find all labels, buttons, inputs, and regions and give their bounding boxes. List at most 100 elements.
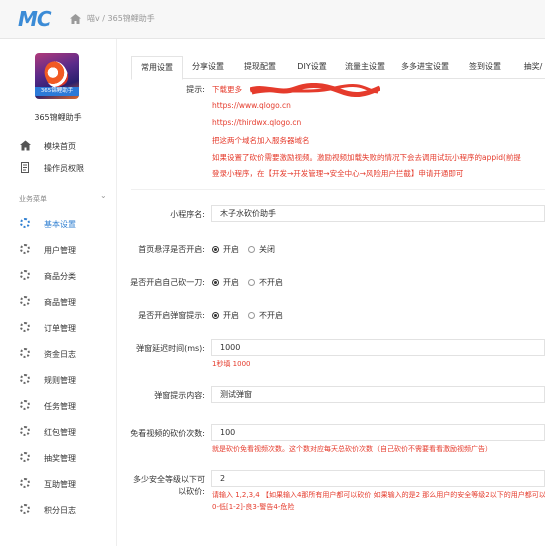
breadcrumb[interactable]: 喵v / 365锦鲤助手 xyxy=(87,13,155,24)
self-cut-label: 是否开启自己砍一刀: xyxy=(130,278,205,287)
sidebar-item-order-management[interactable]: 订单管理 xyxy=(0,317,116,339)
radio-dot-icon xyxy=(248,279,255,286)
gear-icon xyxy=(20,374,30,384)
home-float-radio-on[interactable]: 开启 xyxy=(212,244,239,255)
tab-common-settings[interactable]: 常用设置 xyxy=(131,56,183,80)
radio-dot-icon xyxy=(212,312,219,319)
popup-tip-radio-on[interactable]: 开启 xyxy=(212,310,239,321)
popup-delay-label: 弹窗延迟时间(ms): xyxy=(136,344,205,353)
home-icon[interactable] xyxy=(70,14,81,24)
sidebar-item-user-management[interactable]: 用户管理 xyxy=(0,239,116,261)
gear-icon xyxy=(20,452,30,462)
security-level-label-2: 以砍价: xyxy=(178,487,205,496)
settings-tabs: 常用设置 分享设置 提现配置 DIY设置 流量主设置 多多进宝设置 签到设置 抽… xyxy=(131,56,545,80)
security-level-input[interactable]: 2 xyxy=(211,470,545,487)
free-video-label: 免看视频的砍价次数: xyxy=(130,429,205,438)
free-video-input[interactable]: 100 xyxy=(211,424,545,441)
sidebar-item-operator-permission[interactable]: 操作员权限 xyxy=(0,157,116,179)
sidebar-item-task-management[interactable]: 任务管理 xyxy=(0,395,116,417)
home-float-label: 首页悬浮是否开启: xyxy=(138,245,205,254)
tab-duoduo-settings[interactable]: 多多进宝设置 xyxy=(393,56,457,78)
tab-signin-settings[interactable]: 签到设置 xyxy=(459,56,511,78)
radio-dot-icon xyxy=(212,246,219,253)
tips-line: https://www.qlogo.cn xyxy=(212,101,291,110)
sidebar-item-module-home[interactable]: 模块首页 xyxy=(0,135,116,157)
free-video-hint: 就是砍价免看视频次数。这个数对应每天总砍价次数（自己砍价不需要看看激励视频广告） xyxy=(212,445,492,453)
popup-delay-input[interactable]: 1000 xyxy=(211,339,545,356)
tips-line: 下载更多 xyxy=(212,85,242,94)
self-cut-radio-on[interactable]: 开启 xyxy=(212,277,239,288)
tab-diy-settings[interactable]: DIY设置 xyxy=(287,56,337,78)
security-level-hint: 请输入 1,2,3,4 【如果输入4那所有用户都可以砍价 如果输入的是2 那么用… xyxy=(212,491,545,499)
radio-dot-icon xyxy=(248,246,255,253)
tab-traffic-settings[interactable]: 流量主设置 xyxy=(337,56,393,78)
sidebar-item-label: 抽奖管理 xyxy=(44,454,76,463)
tab-share-settings[interactable]: 分享设置 xyxy=(183,56,233,78)
sidebar: 365锦鲤助手 365锦鲤助手 模块首页 操作员权限 业务菜单 ⌄ 基本设置 用… xyxy=(0,39,117,546)
security-level-hint-2: 0-低[1-2]-良3-警告4-危险 xyxy=(212,503,295,511)
sidebar-item-redpacket-management[interactable]: 红包管理 xyxy=(0,421,116,443)
popup-delay-hint: 1秒填 1000 xyxy=(212,360,251,368)
app-logo-image: 365锦鲤助手 xyxy=(35,53,79,99)
sidebar-item-label: 订单管理 xyxy=(44,324,76,333)
divider xyxy=(131,189,545,190)
sidebar-item-points-log[interactable]: 积分日志 xyxy=(0,499,116,521)
self-cut-radio-off[interactable]: 不开启 xyxy=(248,277,283,288)
tab-lottery-settings[interactable]: 抽奖/ xyxy=(513,56,545,78)
popup-tip-label: 是否开启弹窗提示: xyxy=(138,311,205,320)
redaction-scribble xyxy=(250,83,380,97)
popup-tip-radio-off[interactable]: 不开启 xyxy=(248,310,283,321)
sidebar-item-lottery-management[interactable]: 抽奖管理 xyxy=(0,447,116,469)
sidebar-item-label: 规则管理 xyxy=(44,376,76,385)
sidebar-item-label: 商品管理 xyxy=(44,298,76,307)
sidebar-item-label: 红包管理 xyxy=(44,428,76,437)
tab-withdraw-config[interactable]: 提现配置 xyxy=(235,56,285,78)
home-icon xyxy=(20,140,31,151)
gear-icon xyxy=(20,504,30,514)
sidebar-item-label: 用户管理 xyxy=(44,246,76,255)
koi-fish-icon xyxy=(40,57,72,91)
mini-name-label: 小程序名: xyxy=(170,210,205,219)
gear-icon xyxy=(20,296,30,306)
app-logo-banner: 365锦鲤助手 xyxy=(35,87,79,96)
gear-icon xyxy=(20,270,30,280)
sidebar-item-rule-management[interactable]: 规则管理 xyxy=(0,369,116,391)
document-icon xyxy=(21,162,29,173)
sidebar-item-label: 基本设置 xyxy=(44,220,76,229)
tips-line: 如果设置了砍价需要激励视频。激励视频加载失败的情况下会去调用试玩小程序的appi… xyxy=(212,153,521,162)
sidebar-item-product-category[interactable]: 商品分类 xyxy=(0,265,116,287)
sidebar-item-label: 资金日志 xyxy=(44,350,76,359)
sidebar-item-basic-settings[interactable]: 基本设置 xyxy=(0,213,116,235)
tips-line: 把这两个域名加入服务器域名 xyxy=(212,136,310,145)
popup-text-label: 弹窗提示内容: xyxy=(154,391,205,400)
sidebar-item-label: 操作员权限 xyxy=(44,164,84,173)
sidebar-item-label: 任务管理 xyxy=(44,402,76,411)
gear-icon xyxy=(20,348,30,358)
sidebar-item-label: 积分日志 xyxy=(44,506,76,515)
sidebar-item-product-management[interactable]: 商品管理 xyxy=(0,291,116,313)
gear-icon xyxy=(20,244,30,254)
gear-icon xyxy=(20,426,30,436)
tips-line: 登录小程序，在【开发→开发管理→安全中心→风险用户拦截】申请开通即可 xyxy=(212,169,464,178)
sidebar-item-label: 商品分类 xyxy=(44,272,76,281)
app-name: 365锦鲤助手 xyxy=(34,113,82,122)
mini-name-input[interactable]: 木子水砍价助手 xyxy=(211,205,545,222)
sidebar-item-mutual-help-management[interactable]: 互助管理 xyxy=(0,473,116,495)
gear-icon xyxy=(20,322,30,332)
app-logo-text[interactable]: MC xyxy=(18,7,52,31)
home-float-radio-off[interactable]: 关闭 xyxy=(248,244,275,255)
sidebar-item-fund-log[interactable]: 资金日志 xyxy=(0,343,116,365)
sidebar-item-label: 模块首页 xyxy=(44,142,76,151)
gear-icon xyxy=(20,218,30,228)
gear-icon xyxy=(20,478,30,488)
tips-label: 提示: xyxy=(186,85,205,94)
sidebar-item-label: 互助管理 xyxy=(44,480,76,489)
sidebar-section-title: 业务菜单 xyxy=(19,195,47,203)
tips-line: https://thirdwx.qlogo.cn xyxy=(212,118,302,127)
popup-text-input[interactable]: 测试弹窗 xyxy=(211,386,545,403)
gear-icon xyxy=(20,400,30,410)
radio-dot-icon xyxy=(212,279,219,286)
security-level-label: 多少安全等级以下可 xyxy=(133,475,205,484)
chevron-down-icon[interactable]: ⌄ xyxy=(100,191,107,200)
top-bar: MC 喵v / 365锦鲤助手 xyxy=(0,0,545,39)
